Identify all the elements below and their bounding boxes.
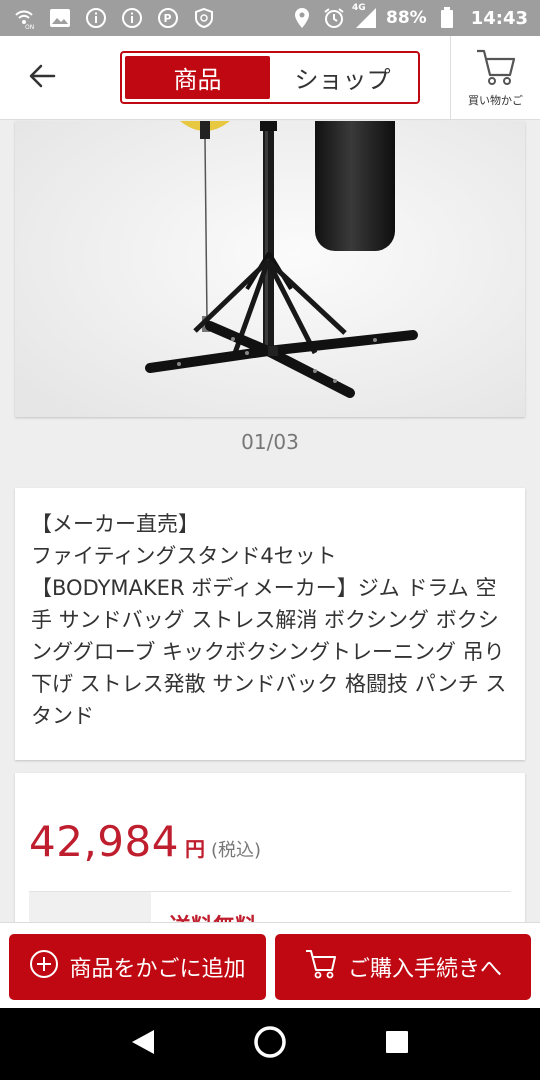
status-bar: ON P 4G 88% 14:43 <box>0 0 540 36</box>
arrow-left-icon <box>28 64 56 92</box>
price-currency: 円 <box>184 837 205 861</box>
back-button[interactable] <box>22 60 62 96</box>
checkout-button[interactable]: ご購入手続きへ <box>275 934 531 1000</box>
clock: 14:43 <box>470 7 528 29</box>
svg-text:P: P <box>164 12 172 25</box>
image-icon <box>48 6 72 30</box>
cart-icon <box>304 948 338 986</box>
points-icon: P <box>156 6 180 30</box>
wifi-calling-icon: ON <box>12 6 36 30</box>
checkout-label: ご購入手続きへ <box>347 957 502 982</box>
nav-recents-button[interactable] <box>377 1024 417 1064</box>
product-title-card: 【メーカー直売】 ファイティングスタンド4セット 【BODYMAKER ボディメ… <box>15 488 525 760</box>
price-row: 42,984 円 (税込) <box>29 817 261 866</box>
product-image-illustration <box>15 121 525 417</box>
product-title: 【メーカー直売】 ファイティングスタンド4セット 【BODYMAKER ボディメ… <box>31 512 507 728</box>
alarm-icon <box>322 6 346 30</box>
shield-icon <box>192 6 216 30</box>
info-icon <box>120 6 144 30</box>
add-to-cart-label: 商品をかごに追加 <box>69 957 246 982</box>
image-pager: 01/03 <box>241 430 299 454</box>
price-tax-label: (税込) <box>210 840 262 861</box>
bottom-action-bar: 商品をかごに追加 ご購入手続きへ <box>0 922 540 1008</box>
add-to-cart-button[interactable]: 商品をかごに追加 <box>9 934 266 1000</box>
plus-circle-icon <box>29 949 59 985</box>
app-header: 商品 ショップ 買い物かご <box>0 36 540 120</box>
svg-text:ON: ON <box>25 24 34 29</box>
price-card: 42,984 円 (税込) 送料無料 <box>15 773 525 933</box>
system-nav-bar <box>0 1008 540 1080</box>
recents-square-icon <box>385 1030 409 1058</box>
price-value: 42,984 <box>29 817 179 866</box>
tab-shop[interactable]: ショップ <box>270 56 415 99</box>
network-label: 4G <box>352 3 366 13</box>
info-icon <box>84 6 108 30</box>
tab-products[interactable]: 商品 <box>125 56 270 99</box>
signal-icon: 4G <box>352 3 378 30</box>
segment-control: 商品 ショップ <box>120 51 420 104</box>
battery-percent: 88% <box>386 8 427 28</box>
location-icon <box>290 6 314 30</box>
home-circle-icon <box>253 1025 287 1063</box>
nav-home-button[interactable] <box>250 1024 290 1064</box>
cart-label: 買い物かご <box>468 94 523 107</box>
product-image[interactable] <box>15 121 525 417</box>
cart-button[interactable]: 買い物かご <box>450 36 540 120</box>
battery-icon <box>435 6 459 30</box>
back-triangle-icon <box>130 1028 156 1060</box>
cart-icon <box>475 48 517 90</box>
nav-back-button[interactable] <box>123 1024 163 1064</box>
